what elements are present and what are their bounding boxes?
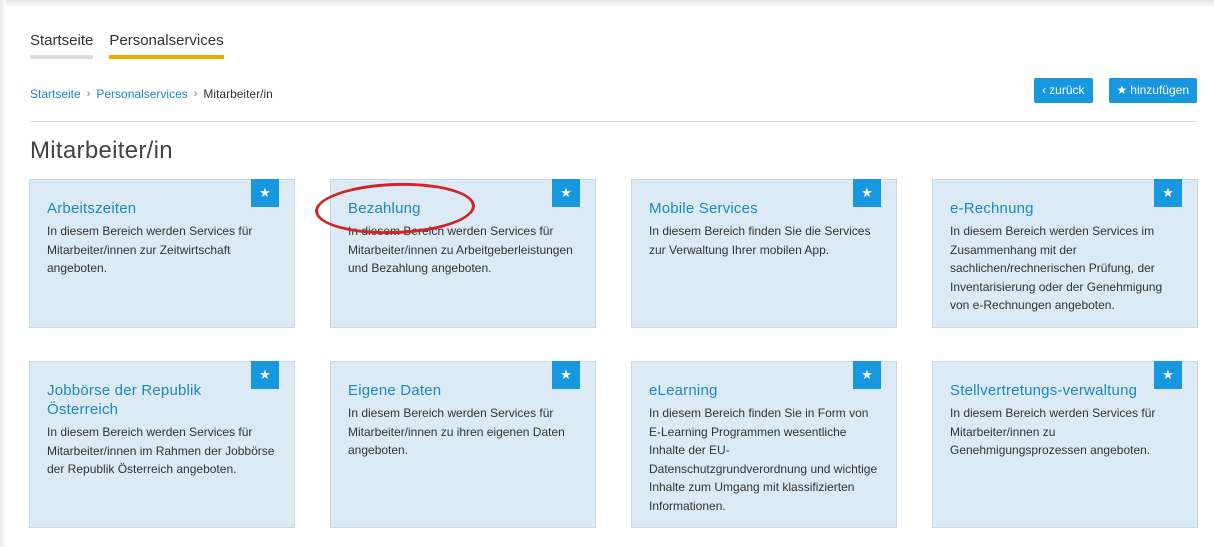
card-description: In diesem Bereich werden Services im Zus… bbox=[950, 224, 1163, 312]
page-title: Mitarbeiter/in bbox=[30, 137, 173, 164]
tab-personalservices[interactable]: Personalservices bbox=[109, 32, 224, 59]
card-description: In diesem Bereich werden Services für Mi… bbox=[950, 406, 1156, 457]
service-card-jobboerse[interactable]: ★ Jobbörse der Republik Österreich In di… bbox=[29, 361, 295, 528]
favorite-star-icon[interactable]: ★ bbox=[552, 361, 580, 389]
card-title[interactable]: Mobile Services bbox=[649, 199, 839, 218]
service-card-arbeitszeiten[interactable]: ★ Arbeitszeiten In diesem Bereich werden… bbox=[29, 179, 295, 328]
service-card-elearning[interactable]: ★ eLearning In diesem Bereich finden Sie… bbox=[631, 361, 897, 528]
left-edge bbox=[0, 0, 6, 547]
service-card-eigene-daten[interactable]: ★ Eigene Daten In diesem Bereich werden … bbox=[330, 361, 596, 528]
breadcrumb: Startseite › Personalservices › Mitarbei… bbox=[30, 87, 273, 101]
favorite-star-icon[interactable]: ★ bbox=[1154, 179, 1182, 207]
divider bbox=[30, 121, 1197, 122]
breadcrumb-startseite[interactable]: Startseite bbox=[30, 87, 81, 101]
card-description: In diesem Bereich werden Services für Mi… bbox=[47, 425, 275, 476]
page-actions: ‹ zurück ★ hinzufügen bbox=[1034, 78, 1197, 103]
favorite-star-icon[interactable]: ★ bbox=[853, 179, 881, 207]
card-title[interactable]: Stellvertretungs-verwaltung bbox=[950, 381, 1140, 400]
favorite-star-icon[interactable]: ★ bbox=[1154, 361, 1182, 389]
card-description: In diesem Bereich werden Services für Mi… bbox=[348, 406, 565, 457]
breadcrumb-current: Mitarbeiter/in bbox=[203, 87, 273, 101]
favorite-star-icon[interactable]: ★ bbox=[251, 361, 279, 389]
card-description: In diesem Bereich werden Services für Mi… bbox=[348, 224, 573, 275]
breadcrumb-personalservices[interactable]: Personalservices bbox=[96, 87, 187, 101]
favorite-star-icon[interactable]: ★ bbox=[552, 179, 580, 207]
service-card-stellvertretungsverwaltung[interactable]: ★ Stellvertretungs-verwaltung In diesem … bbox=[932, 361, 1198, 528]
service-card-mobile-services[interactable]: ★ Mobile Services In diesem Bereich find… bbox=[631, 179, 897, 328]
card-title[interactable]: eLearning bbox=[649, 381, 839, 400]
favorite-star-icon[interactable]: ★ bbox=[251, 179, 279, 207]
top-shadow bbox=[0, 0, 1214, 8]
add-favorite-button-label: hinzufügen bbox=[1130, 83, 1189, 97]
service-card-e-rechnung[interactable]: ★ e-Rechnung In diesem Bereich werden Se… bbox=[932, 179, 1198, 328]
card-title[interactable]: Arbeitszeiten bbox=[47, 199, 237, 218]
back-button-label: zurück bbox=[1049, 83, 1085, 97]
tab-startseite[interactable]: Startseite bbox=[30, 32, 94, 59]
breadcrumb-separator: › bbox=[86, 88, 91, 100]
chevron-left-icon: ‹ bbox=[1042, 83, 1047, 97]
breadcrumb-separator: › bbox=[193, 88, 198, 100]
card-title[interactable]: Bezahlung bbox=[348, 199, 538, 218]
top-navigation: Startseite Personalservices bbox=[30, 32, 224, 59]
card-title[interactable]: Eigene Daten bbox=[348, 381, 538, 400]
card-title[interactable]: e-Rechnung bbox=[950, 199, 1140, 218]
star-icon: ★ bbox=[1116, 83, 1128, 97]
card-description: In diesem Bereich finden Sie die Service… bbox=[649, 224, 871, 257]
card-description: In diesem Bereich finden Sie in Form von… bbox=[649, 406, 878, 513]
favorite-star-icon[interactable]: ★ bbox=[853, 361, 881, 389]
add-favorite-button[interactable]: ★ hinzufügen bbox=[1108, 78, 1197, 103]
card-title[interactable]: Jobbörse der Republik Österreich bbox=[47, 381, 237, 419]
service-card-bezahlung[interactable]: ★ Bezahlung In diesem Bereich werden Ser… bbox=[330, 179, 596, 328]
card-description: In diesem Bereich werden Services für Mi… bbox=[47, 224, 253, 275]
back-button[interactable]: ‹ zurück bbox=[1034, 78, 1093, 103]
